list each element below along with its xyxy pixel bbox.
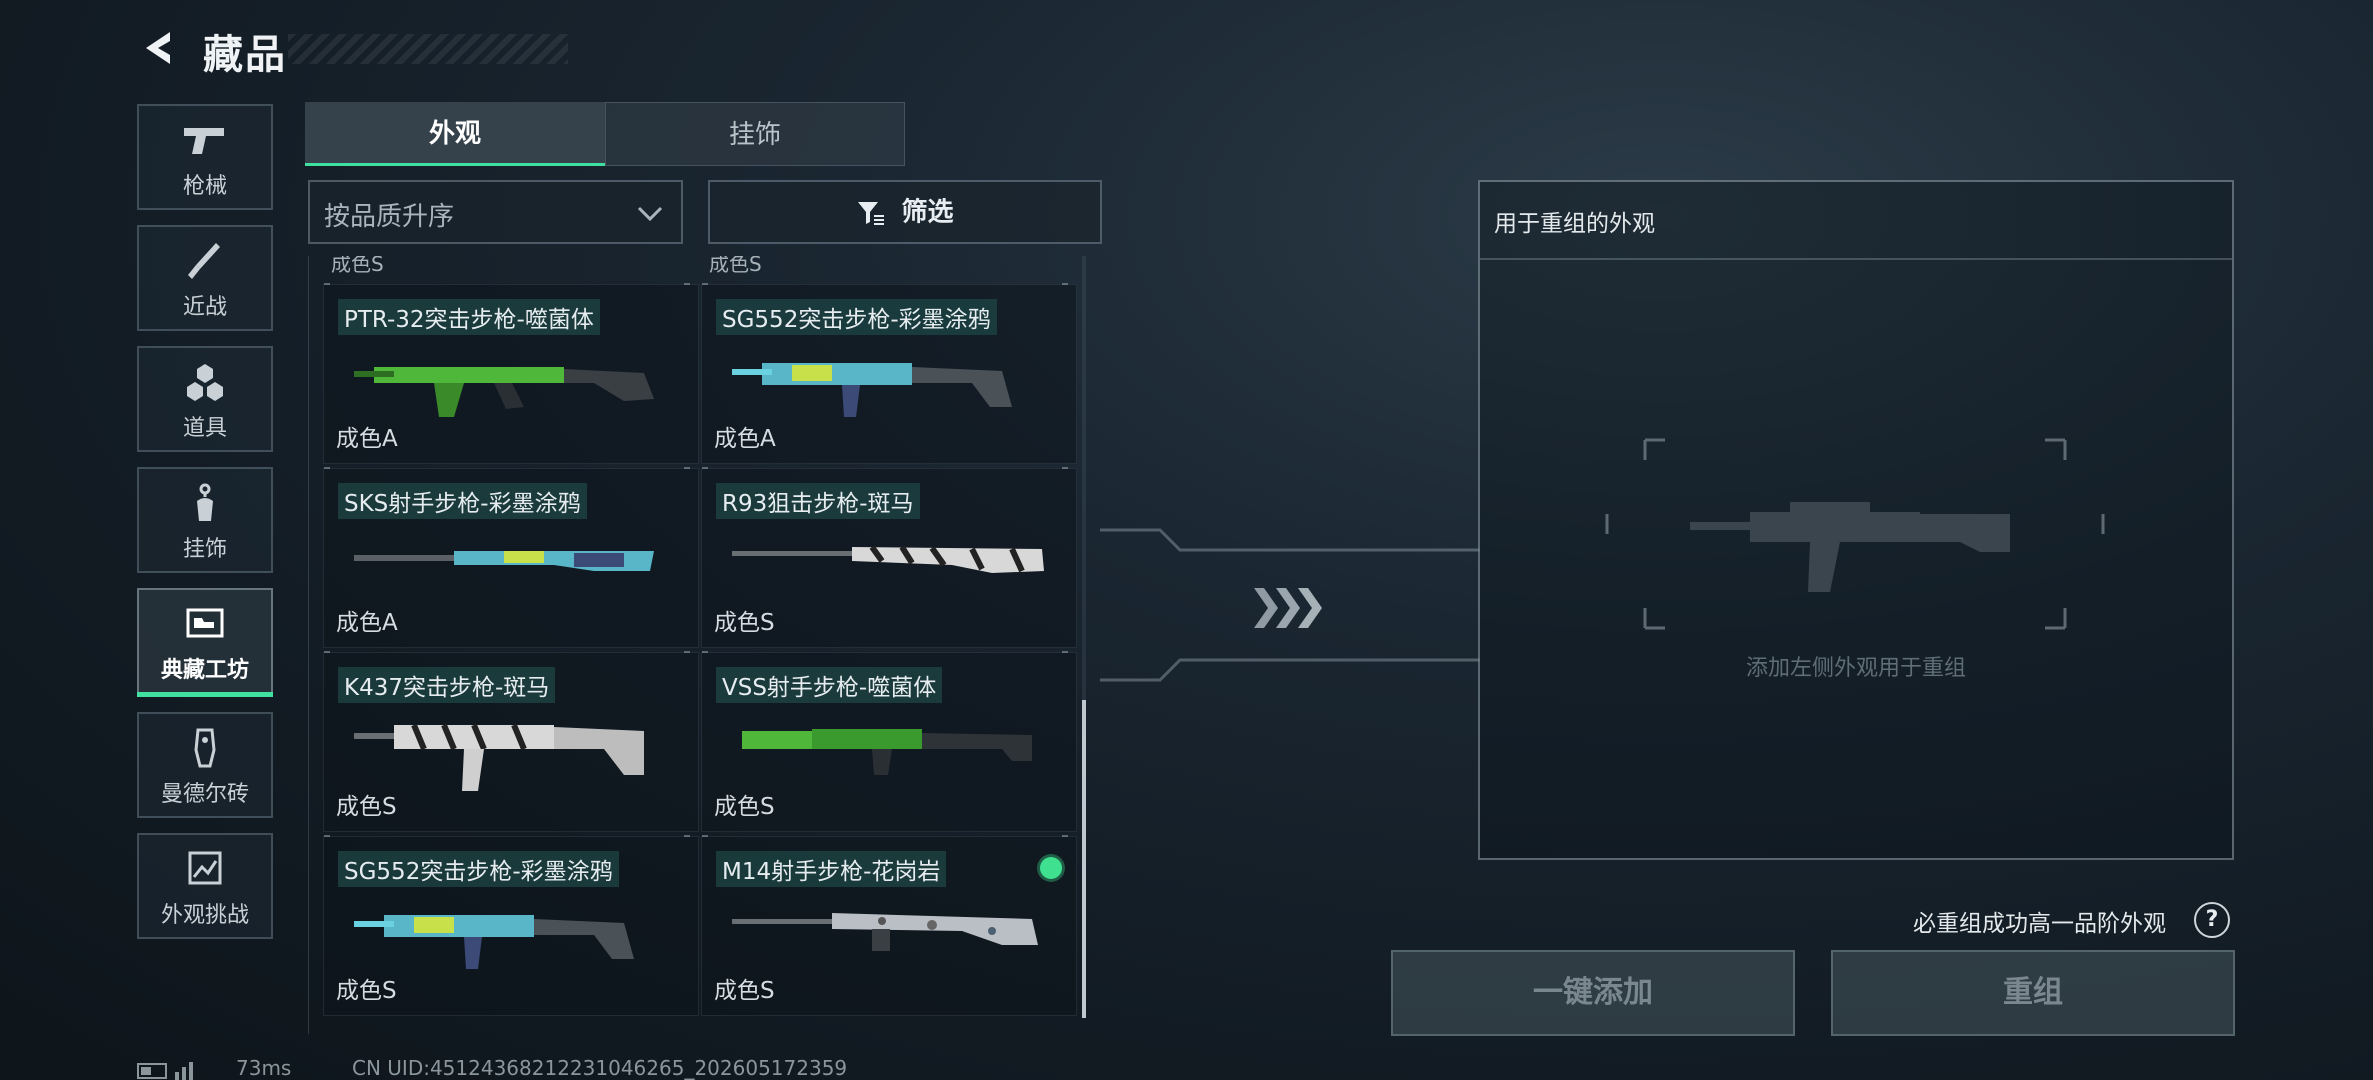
help-icon[interactable]: ? [2194,902,2230,938]
panel-header: 用于重组的外观 [1480,182,2232,260]
skin-name: SG552突击步枪-彩墨涂鸦 [338,851,619,887]
skin-grade: 成色S [714,610,775,636]
title-stripe [288,34,568,64]
rifle-placeholder-icon [1690,502,2010,592]
panel-hint: 添加左侧外观用于重组 [1745,656,1966,681]
rifle-green-image [742,729,1032,775]
chevron-down-icon [637,206,663,222]
skin-name: M14射手步枪-花岗岩 [716,851,947,887]
knife-icon [139,239,271,289]
tab-appearance[interactable]: 外观 [305,102,605,166]
uid-text: CN UID:451243682122310462​65_20260517235… [352,1056,848,1080]
filter-label: 筛选 [901,197,954,228]
charm-icon [139,481,271,531]
back-button[interactable] [138,26,182,70]
skin-list[interactable]: 成色S 成色S PTR-32突击步枪-噬菌体 成色A SG552突击步枪-彩墨涂… [308,256,1103,1034]
guarantee-text: 必重组成功高一品阶外观 [1913,911,2166,937]
active-category-indicator [137,692,273,697]
pistol-icon [139,118,271,168]
panel-title: 用于重组的外观 [1494,211,1655,237]
back-arrow-icon [146,32,170,64]
selected-indicator-icon [1040,857,1062,879]
skin-card[interactable]: PTR-32突击步枪-噬菌体 成色A [323,283,699,464]
peek-grade-left: 成色S [331,256,384,276]
category-mandel-brick[interactable]: 曼德尔砖 [137,712,273,818]
rifle-granite-image [732,913,1038,951]
mandel-brick-icon [139,726,271,776]
tab-charms[interactable]: 挂饰 [605,102,905,166]
category-items[interactable]: 道具 [137,346,273,452]
skin-card[interactable]: K437突击步枪-斑马 成色S [323,651,699,832]
ping-text: 73ms [236,1056,292,1080]
category-workshop[interactable]: 典藏工坊 [137,588,273,694]
rifle-graffiti-image [354,915,634,969]
category-label: 近战 [182,295,227,320]
category-challenge[interactable]: 外观挑战 [137,833,273,939]
skin-grade: 成色S [336,794,397,820]
skin-name: K437突击步枪-斑马 [338,667,556,703]
skin-grade: 成色S [714,794,775,820]
grenade-icon [139,360,271,410]
category-label: 外观挑战 [160,903,249,928]
workshop-icon [139,602,271,652]
filter-button[interactable]: 筛选 [708,180,1102,244]
peek-grade-right: 成色S [709,256,762,276]
skin-name: SG552突击步枪-彩墨涂鸦 [716,299,997,335]
category-label: 枪械 [182,174,227,199]
challenge-icon [139,847,271,897]
page-title: 藏品 [203,32,287,78]
battery-signal-icon [137,1062,193,1080]
skin-grade: 成色S [714,978,775,1004]
category-label: 曼德尔砖 [160,782,249,807]
sort-dropdown[interactable]: 按品质升序 [308,180,683,244]
skin-card[interactable]: SG552突击步枪-彩墨涂鸦 成色S [323,835,699,1016]
skin-grade: 成色A [336,426,398,452]
triple-chevron-right-icon [1254,588,1322,628]
rifle-graffiti-image [732,363,1012,417]
skin-card[interactable]: R93狙击步枪-斑马 成色S [701,467,1077,648]
category-melee[interactable]: 近战 [137,225,273,331]
category-guns[interactable]: 枪械 [137,104,273,210]
rifle-zebra-image [354,723,644,791]
skin-grade: 成色A [336,610,398,636]
skin-card[interactable]: VSS射手步枪-噬菌体 成色S [701,651,1077,832]
skin-name: R93狙击步枪-斑马 [716,483,920,519]
rifle-graffiti-image [354,551,654,571]
category-label: 典藏工坊 [160,658,249,683]
skin-grade: 成色A [714,426,776,452]
sort-label: 按品质升序 [324,202,455,232]
recombine-button[interactable]: 重组 [1831,950,2235,1036]
list-scrollbar-thumb[interactable] [1082,700,1086,1018]
skin-name: PTR-32突击步枪-噬菌体 [338,299,600,335]
skin-name: VSS射手步枪-噬菌体 [716,667,943,703]
recombine-panel: 用于重组的外观 添加左侧外观用于重组 [1478,180,2234,860]
one-click-add-button[interactable]: 一键添加 [1391,950,1795,1036]
skin-card[interactable]: SKS射手步枪-彩墨涂鸦 成色A [323,467,699,648]
category-label: 道具 [182,416,227,441]
category-label: 挂饰 [182,537,227,562]
skin-card-selected[interactable]: M14射手步枪-花岗岩 成色S [701,835,1077,1016]
category-charms[interactable]: 挂饰 [137,467,273,573]
rifle-green-image [354,367,654,417]
skin-name: SKS射手步枪-彩墨涂鸦 [338,483,587,519]
skin-grade: 成色S [336,978,397,1004]
rifle-zebra-image [732,545,1044,573]
filter-icon [858,201,885,225]
skin-card[interactable]: SG552突击步枪-彩墨涂鸦 成色A [701,283,1077,464]
